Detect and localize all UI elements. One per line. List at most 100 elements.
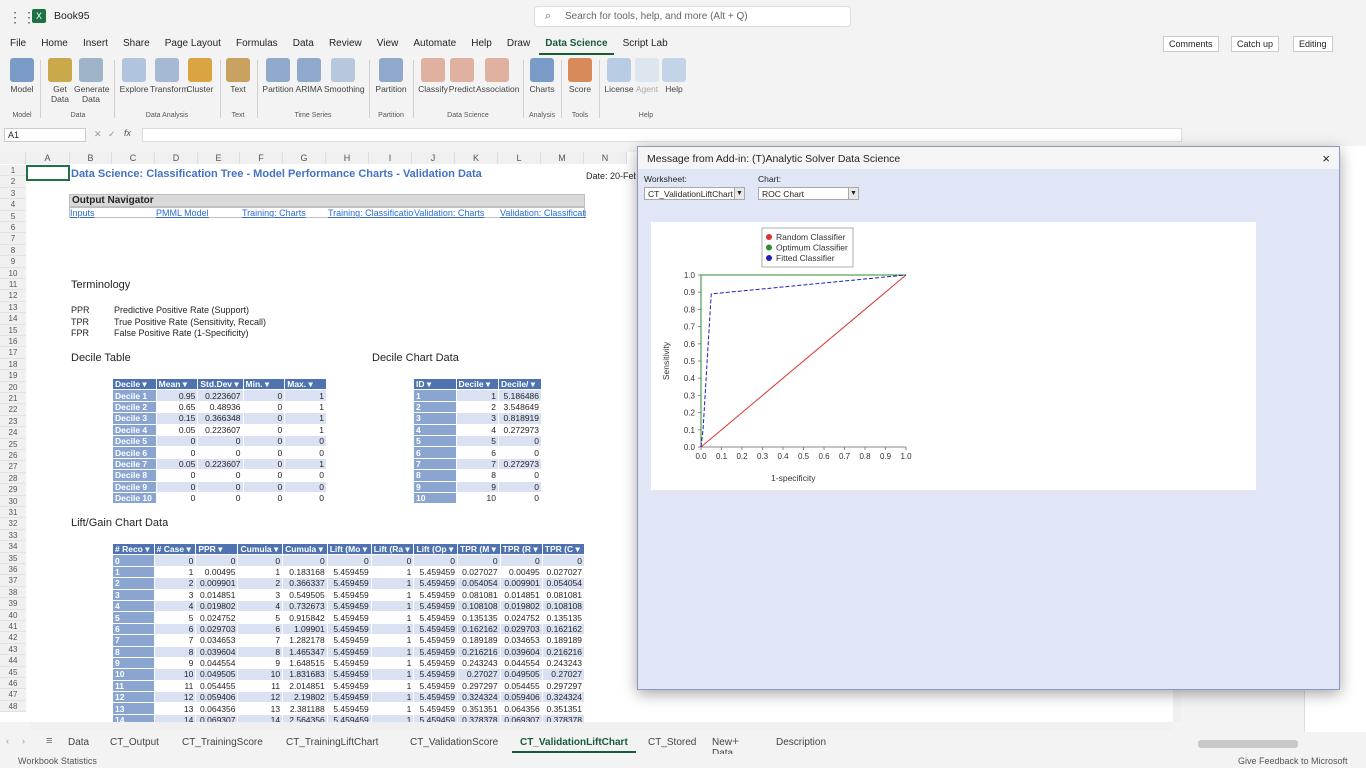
- table-cell[interactable]: Decile 7: [112, 457, 157, 471]
- row-header[interactable]: 37: [0, 575, 26, 587]
- table-cell[interactable]: 0.216216: [457, 645, 501, 658]
- row-header[interactable]: 16: [0, 336, 26, 348]
- table-cell[interactable]: 0: [499, 554, 543, 567]
- table-cell[interactable]: 0.034653: [195, 634, 239, 647]
- table-cell[interactable]: 0.243243: [541, 656, 586, 670]
- menu-insert[interactable]: Insert: [77, 34, 114, 53]
- row-header[interactable]: 22: [0, 404, 26, 416]
- row-header[interactable]: 25: [0, 438, 26, 450]
- table-cell[interactable]: 0.009901: [195, 577, 239, 590]
- text-button[interactable]: Text: [224, 56, 252, 94]
- table-cell[interactable]: 1: [284, 423, 327, 436]
- table-row[interactable]: 660: [413, 446, 542, 459]
- table-cell[interactable]: 1.831683: [282, 668, 328, 681]
- table-cell[interactable]: Decile 1: [112, 389, 157, 402]
- table-cell[interactable]: 8: [413, 469, 457, 482]
- row-header[interactable]: 19: [0, 370, 26, 382]
- table-cell[interactable]: 5.459459: [413, 611, 458, 624]
- table-row[interactable]: 2 2 0.009901 2 0.366337 5.459459 1 5.459459 0.05…: [112, 577, 586, 590]
- table-row[interactable]: 10 10 0.049505 10 1.831683 5.459459 1 5.459459 0…: [112, 668, 586, 681]
- table-row[interactable]: 4 4 0.272973: [413, 423, 542, 436]
- table-cell[interactable]: 0.05: [155, 423, 199, 436]
- table-cell[interactable]: 1: [284, 389, 327, 402]
- table-header-cell[interactable]: Decile/ ▾: [498, 377, 542, 391]
- table-cell[interactable]: 0: [197, 491, 244, 505]
- all-sheets-icon[interactable]: ≡: [46, 735, 52, 747]
- table-cell[interactable]: 9: [112, 656, 155, 670]
- row-header[interactable]: 26: [0, 450, 26, 462]
- table-cell[interactable]: 0.135135: [541, 611, 586, 624]
- table-cell[interactable]: 0: [153, 554, 197, 567]
- menu-draw[interactable]: Draw: [501, 34, 536, 53]
- table-cell[interactable]: 5.459459: [413, 702, 458, 715]
- table-cell[interactable]: 0.27027: [457, 668, 501, 681]
- table-cell[interactable]: 0: [284, 434, 327, 448]
- row-header[interactable]: 38: [0, 586, 26, 599]
- table-cell[interactable]: 0: [326, 554, 372, 567]
- table-cell[interactable]: 0.054455: [195, 679, 239, 693]
- row-header[interactable]: 32: [0, 518, 26, 530]
- table-cell[interactable]: 0.272973: [498, 457, 542, 471]
- formula-input[interactable]: [142, 128, 1182, 142]
- table-cell[interactable]: 0: [413, 554, 458, 567]
- row-header[interactable]: 9: [0, 256, 26, 268]
- table-row[interactable]: 8 8 0.039604 8 1.465347 5.459459 1 5.459459 0.21…: [112, 645, 586, 658]
- table-cell[interactable]: 0: [242, 457, 286, 471]
- scroll-tabs-right-icon[interactable]: ›: [22, 736, 25, 746]
- table-cell[interactable]: 1: [370, 611, 415, 624]
- table-cell[interactable]: 0.064356: [195, 702, 239, 715]
- table-cell[interactable]: 5.459459: [326, 611, 372, 624]
- table-row[interactable]: Decile 50000: [112, 434, 327, 448]
- model-button[interactable]: Model: [6, 56, 38, 94]
- sheet-tab[interactable]: Data: [60, 734, 97, 751]
- row-header[interactable]: 41: [0, 621, 26, 633]
- table-cell[interactable]: 10: [153, 668, 197, 681]
- table-cell[interactable]: 0.162162: [457, 622, 501, 636]
- help-button[interactable]: Help: [660, 56, 688, 94]
- table-cell[interactable]: 3: [237, 588, 284, 601]
- table-cell[interactable]: 0.059406: [499, 691, 543, 704]
- table-cell[interactable]: 0: [242, 423, 286, 436]
- nav-link-validation-classification[interactable]: Validation: Classificatio: [500, 208, 586, 218]
- row-header[interactable]: 45: [0, 666, 26, 678]
- row-header[interactable]: 5: [0, 210, 26, 222]
- table-cell[interactable]: 0: [498, 491, 542, 505]
- explore-button[interactable]: Explore: [118, 56, 150, 94]
- row-header[interactable]: 33: [0, 529, 26, 542]
- sheet-tab[interactable]: CT_TrainingScore: [174, 734, 271, 751]
- table-cell[interactable]: 13: [112, 702, 155, 715]
- feedback-link[interactable]: Give Feedback to Microsoft: [1238, 756, 1348, 766]
- table-cell[interactable]: 5.459459: [413, 679, 458, 693]
- confirm-icon[interactable]: ✓: [108, 129, 116, 140]
- table-cell[interactable]: 12: [237, 691, 284, 704]
- table-header-cell[interactable]: Lift (Mo ▾: [326, 542, 372, 556]
- row-header[interactable]: 3: [0, 187, 26, 200]
- table-cell[interactable]: 7: [153, 634, 197, 647]
- table-cell[interactable]: 0.189189: [457, 634, 501, 647]
- table-cell[interactable]: 3: [413, 412, 457, 425]
- partition-ts-button[interactable]: Partition: [262, 56, 294, 94]
- menu-formulas[interactable]: Formulas: [230, 34, 284, 53]
- menu-page-layout[interactable]: Page Layout: [159, 34, 227, 53]
- table-cell[interactable]: 0: [155, 434, 199, 448]
- row-header[interactable]: 29: [0, 484, 26, 496]
- row-header[interactable]: 28: [0, 472, 26, 485]
- search-box[interactable]: ⌕ Search for tools, help, and more (Alt …: [534, 6, 851, 27]
- row-header[interactable]: 14: [0, 313, 26, 325]
- table-cell[interactable]: 4: [413, 423, 457, 436]
- row-header[interactable]: 46: [0, 678, 26, 690]
- table-cell[interactable]: 0: [242, 480, 286, 493]
- table-cell[interactable]: 5: [112, 611, 155, 624]
- table-cell[interactable]: 5.459459: [326, 622, 372, 636]
- row-header[interactable]: 8: [0, 244, 26, 257]
- menu-data-science[interactable]: Data Science: [539, 34, 614, 55]
- table-cell[interactable]: 0: [195, 554, 239, 567]
- row-header[interactable]: 43: [0, 643, 26, 656]
- table-cell[interactable]: 0.366348: [197, 412, 244, 425]
- table-row[interactable]: 12 12 0.059406 12 2.19802 5.459459 1 5.459459 0.…: [112, 691, 586, 704]
- table-cell[interactable]: 0.324324: [457, 691, 501, 704]
- table-cell[interactable]: 5.459459: [413, 622, 458, 636]
- table-cell[interactable]: 0.059406: [195, 691, 239, 704]
- table-cell[interactable]: 0.054054: [541, 577, 586, 590]
- table-cell[interactable]: 0.029703: [195, 622, 239, 636]
